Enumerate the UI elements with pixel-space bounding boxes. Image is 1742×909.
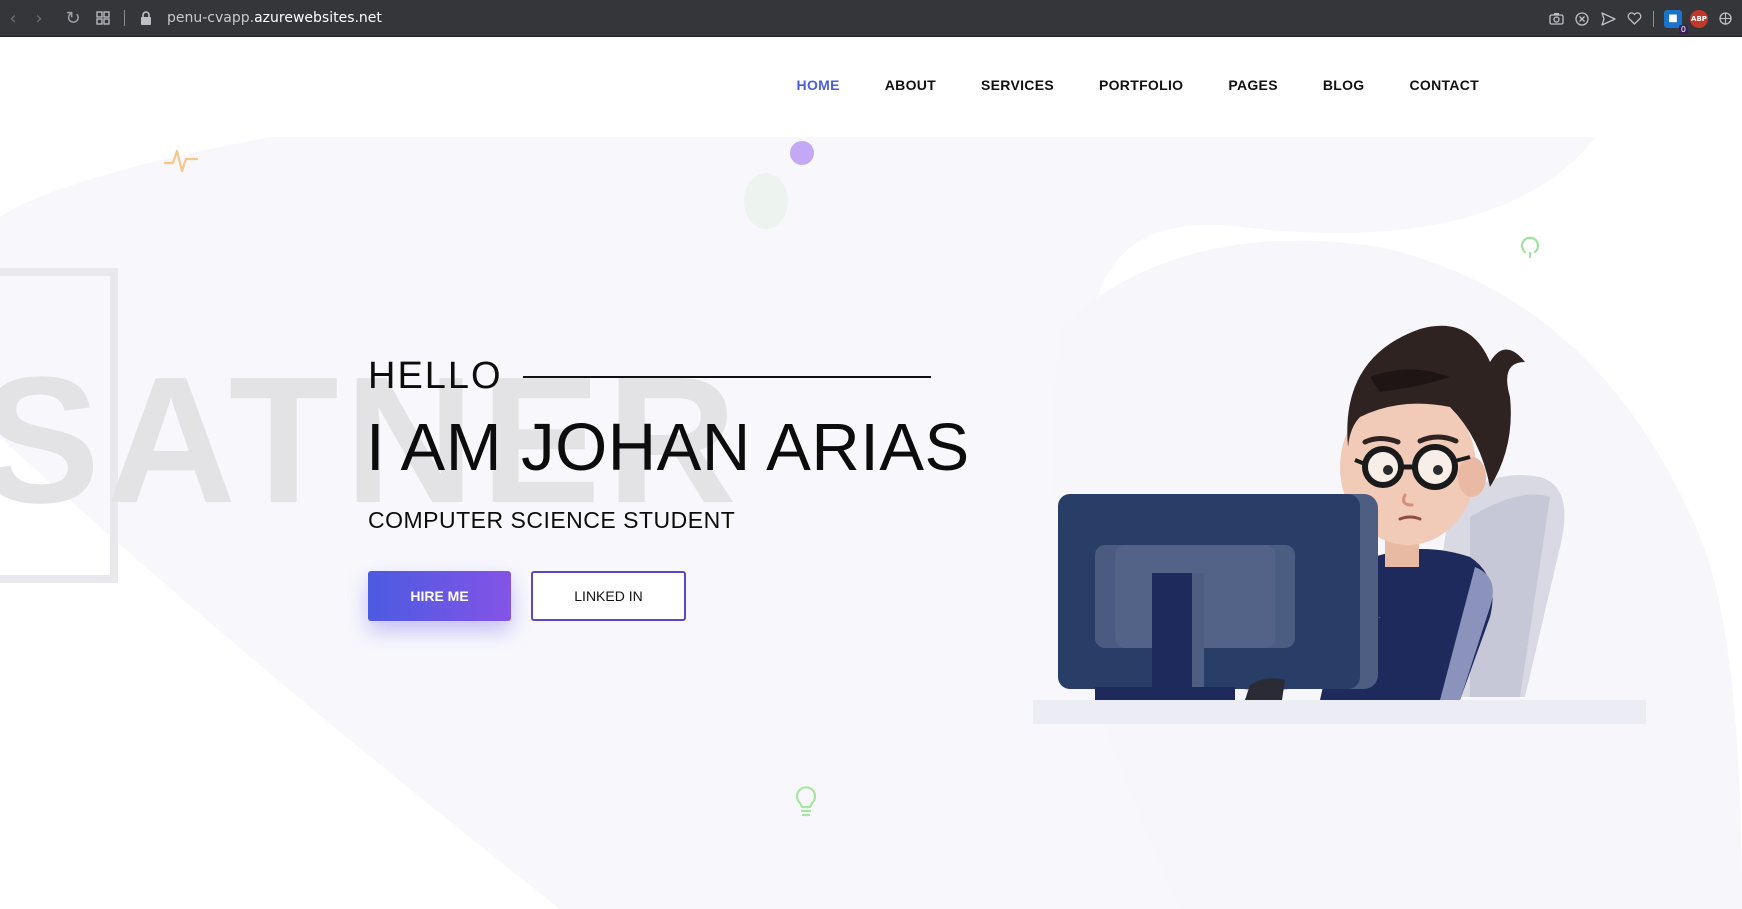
floating-dots-icon bbox=[744, 141, 814, 229]
hero-subtitle: COMPUTER SCIENCE STUDENT bbox=[368, 507, 736, 533]
nav-item-blog[interactable]: BLOG bbox=[1323, 77, 1365, 93]
extensions-area: ■ 0 ABP bbox=[1547, 0, 1734, 37]
url-domain: azurewebsites.net bbox=[254, 10, 382, 26]
developer-illustration bbox=[1033, 325, 1646, 724]
abp-label: ABP bbox=[1691, 14, 1707, 23]
hero-name: I AM JOHAN ARIAS bbox=[366, 410, 970, 485]
forward-icon[interactable]: › bbox=[26, 5, 52, 31]
hire-me-button[interactable]: HIRE ME bbox=[368, 571, 511, 621]
nav-item-portfolio[interactable]: PORTFOLIO bbox=[1099, 77, 1183, 93]
nav-item-services[interactable]: SERVICES bbox=[981, 77, 1054, 93]
reload-icon[interactable]: ↻ bbox=[60, 5, 86, 31]
nav-item-contact[interactable]: CONTACT bbox=[1410, 77, 1480, 93]
hello-row: HELLO bbox=[368, 355, 931, 398]
bitwarden-badge: 0 bbox=[1678, 24, 1688, 34]
ring-icon bbox=[1520, 236, 1540, 258]
adblock-icon[interactable]: ABP bbox=[1690, 9, 1708, 28]
tabs-grid-icon[interactable] bbox=[90, 5, 116, 31]
camera-icon[interactable] bbox=[1547, 10, 1565, 28]
portfolio-page: SATNER HOME ABOUT SERVICES PORTFOLIO PAG… bbox=[0, 37, 1742, 909]
nav-item-about[interactable]: ABOUT bbox=[885, 77, 936, 93]
extensions-icon[interactable] bbox=[1716, 10, 1734, 28]
nav-item-home[interactable]: HOME bbox=[797, 77, 840, 93]
bitwarden-icon[interactable]: ■ 0 bbox=[1664, 9, 1688, 34]
url-prefix: penu-cvapp. bbox=[167, 10, 255, 26]
toolbar-divider bbox=[124, 10, 125, 26]
extensions-divider bbox=[1653, 10, 1654, 27]
linkedin-button[interactable]: LINKED IN bbox=[531, 571, 686, 621]
nav-item-pages[interactable]: PAGES bbox=[1228, 77, 1277, 93]
browser-toolbar: ‹ › ↻ penu-cvapp.azurewebsites.net ■ 0 AB… bbox=[0, 0, 1742, 37]
main-nav: HOME ABOUT SERVICES PORTFOLIO PAGES BLOG… bbox=[797, 77, 1479, 93]
send-icon[interactable] bbox=[1599, 10, 1617, 28]
close-circle-icon[interactable] bbox=[1573, 10, 1591, 28]
pulse-icon bbox=[164, 149, 198, 173]
heart-icon[interactable] bbox=[1625, 10, 1643, 28]
desk bbox=[1033, 700, 1646, 724]
hello-heading: HELLO bbox=[368, 355, 503, 397]
lightbulb-icon bbox=[795, 786, 817, 817]
lock-icon[interactable] bbox=[133, 5, 159, 31]
address-bar-url[interactable]: penu-cvapp.azurewebsites.net bbox=[167, 10, 382, 26]
back-icon[interactable]: ‹ bbox=[0, 5, 26, 31]
hello-divider bbox=[522, 375, 931, 378]
